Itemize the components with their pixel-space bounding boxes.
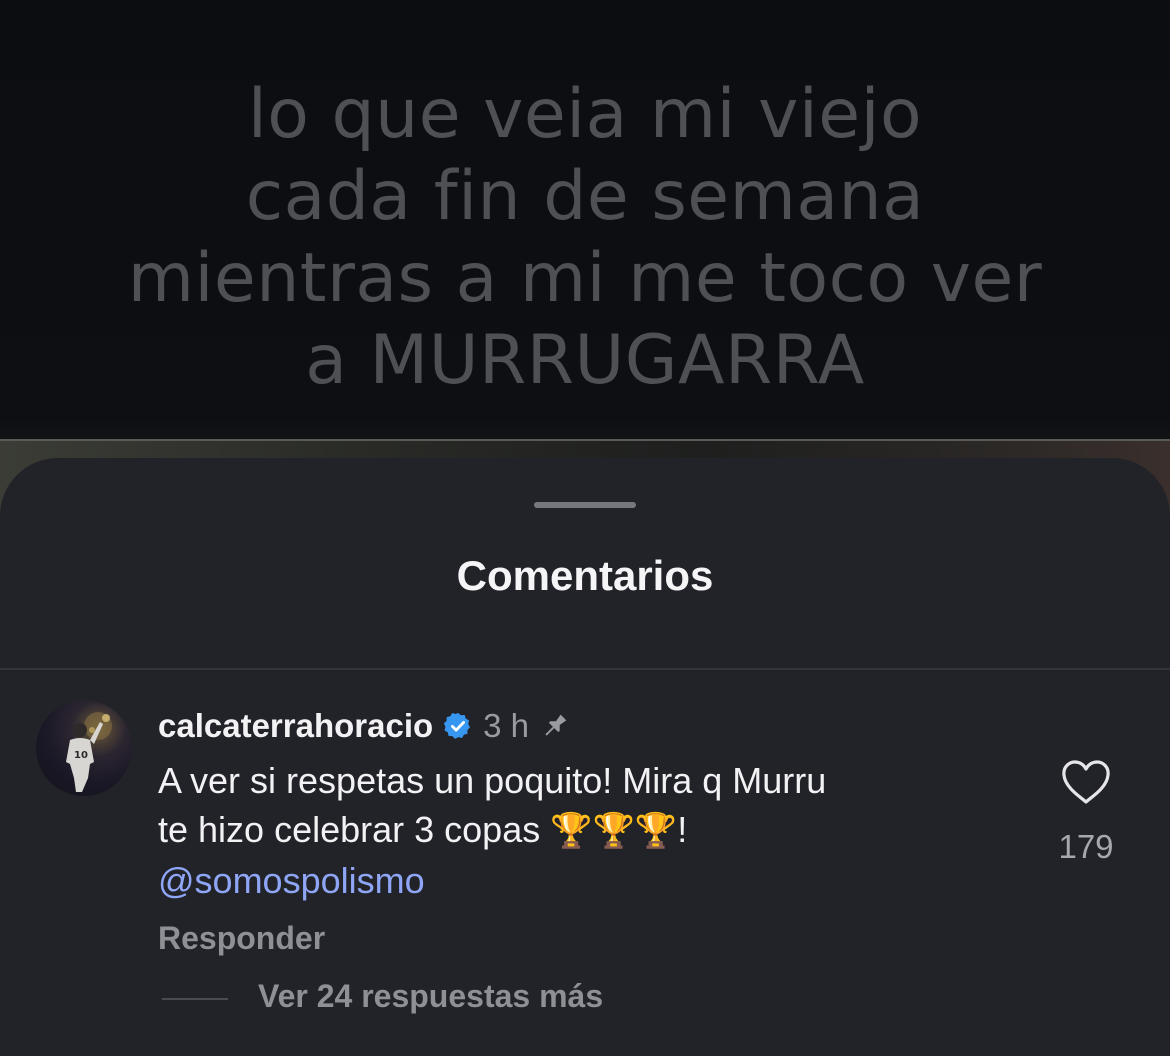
sheet-title: Comentarios	[456, 552, 714, 599]
video-caption-line: lo que veia mi viejo	[247, 75, 923, 154]
sheet-divider	[0, 668, 1170, 670]
verified-badge-icon	[444, 712, 471, 739]
comment-body: A ver si respetas un poquito! Mira q Mur…	[158, 756, 1018, 905]
video-frame-edge	[0, 439, 1170, 441]
comment-text-line: te hizo celebrar 3 copas 🏆🏆🏆!	[158, 805, 1018, 856]
sheet-drag-handle[interactable]	[534, 502, 636, 508]
video-caption-line: mientras a mi me toco ver	[127, 239, 1043, 318]
reel-comments-screen: lo que veia mi viejo cada fin de semana …	[0, 0, 1170, 1056]
comment-text-line: A ver si respetas un poquito! Mira q Mur…	[158, 760, 827, 801]
svg-text:10: 10	[74, 750, 88, 761]
comment-timestamp: 3 h	[483, 707, 530, 744]
pin-icon	[545, 714, 567, 736]
avatar[interactable]: 10	[36, 700, 132, 796]
comment-text-fragment: te hizo celebrar 3 copas	[158, 809, 541, 850]
mention-link[interactable]: @somospolismo	[158, 856, 1018, 905]
video-caption-line: cada fin de semana	[245, 157, 925, 236]
trophy-emoji: 🏆🏆🏆	[550, 812, 678, 850]
comment-text-fragment: !	[677, 809, 688, 850]
like-count: 179	[1058, 828, 1114, 865]
comment-header: calcaterrahoracio 3 h	[158, 704, 571, 748]
reply-button[interactable]: Responder	[158, 920, 325, 957]
replies-divider-line	[162, 998, 228, 1000]
like-control: 179	[1050, 758, 1122, 866]
comments-sheet: Comentarios 10 calcaterrahoracio 3 h A v…	[0, 458, 1170, 1056]
comment-username[interactable]: calcaterrahoracio	[158, 707, 433, 745]
view-replies-button[interactable]: Ver 24 respuestas más	[258, 978, 603, 1015]
avatar-image: 10	[66, 712, 112, 792]
video-caption-line: a MURRUGARRA	[305, 321, 865, 400]
heart-icon[interactable]	[1060, 758, 1112, 806]
video-caption-overlay: lo que veia mi viejo cada fin de semana …	[0, 74, 1170, 402]
